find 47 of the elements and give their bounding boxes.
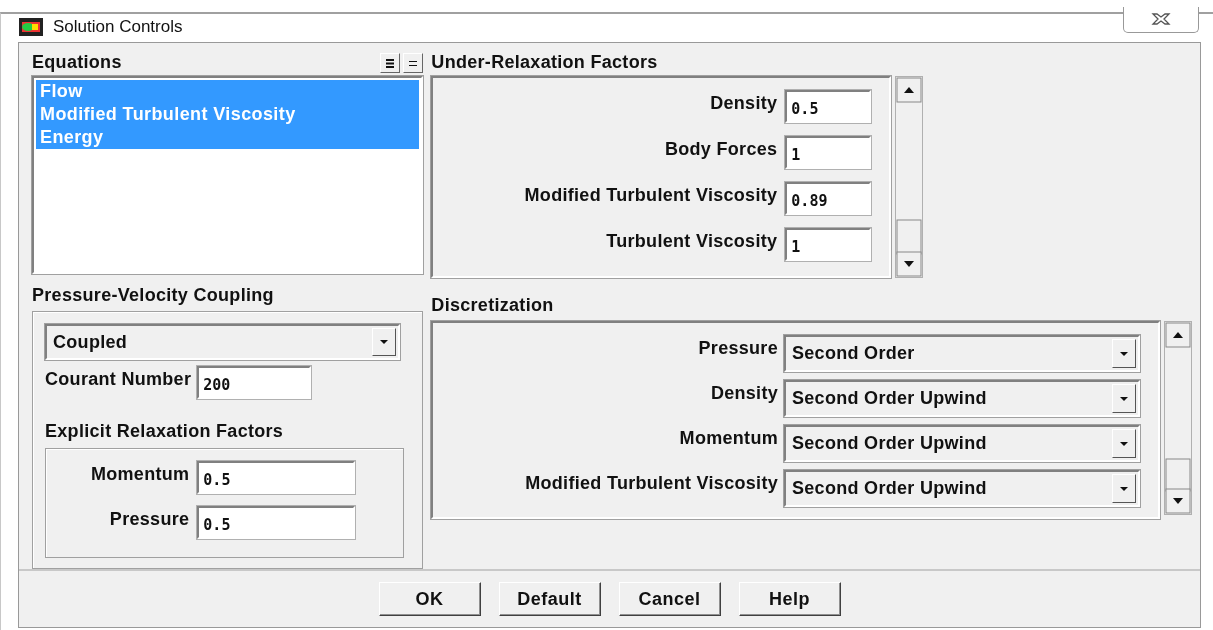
section-heading: Discretization [431,295,554,316]
field-label: Momentum [90,463,190,485]
dialog-button[interactable]: Cancel [618,582,721,616]
field-label: Modified Turbulent Viscosity [524,184,778,206]
list-icon [385,57,396,69]
dropdown-arrow-icon [1119,350,1129,357]
dropdown-arrow-icon [1119,485,1129,492]
field-label: Momentum [679,427,778,449]
scrollbar[interactable] [1164,321,1192,515]
field-label: Modified Turbulent Viscosity [525,472,778,494]
dropdown-arrow-icon [1119,395,1129,402]
scheme-dropdown[interactable]: Second Order Upwind [784,425,1140,462]
dialog-button[interactable]: Help [738,582,841,616]
field-label: Density [710,382,778,404]
input-field[interactable]: 1 [785,136,872,169]
field-label: Pressure [698,337,778,359]
field-label: Pressure [109,508,190,530]
field-label: Body Forces [665,138,778,160]
dialog-button[interactable]: OK [378,582,481,616]
scheme-dropdown[interactable]: Second Order Upwind [784,470,1140,507]
section-heading: Under-Relaxation Factors [431,52,658,73]
input-field[interactable]: 0.5 [197,461,356,494]
field-label: Density [710,92,778,114]
equals-icon [408,59,419,67]
app-icon [19,17,43,36]
window-title: Solution Controls [53,16,184,37]
dialog-button[interactable]: Default [498,582,601,616]
field-label: Turbulent Viscosity [606,230,778,252]
input-field[interactable]: 0.5 [197,506,356,539]
input-field[interactable]: 1 [785,228,872,261]
scheme-dropdown[interactable]: Second Order [784,335,1140,372]
scheme-dropdown[interactable]: Second Order Upwind [784,380,1140,417]
select-all-button[interactable] [380,53,401,73]
section-heading: Pressure-Velocity Coupling [32,285,274,306]
input-field[interactable]: 200 [197,366,312,399]
field-label: Courant Number [45,368,192,390]
input-field[interactable]: 0.89 [785,182,872,215]
section-heading: Explicit Relaxation Factors [45,421,285,442]
close-button[interactable] [1123,6,1199,33]
scrollbar[interactable] [895,76,924,278]
scheme-dropdown[interactable]: Coupled [45,324,400,360]
deselect-all-button[interactable] [403,53,424,73]
section-heading: Equations [32,52,122,73]
input-field[interactable]: 0.5 [785,90,872,123]
dropdown-arrow-icon [1119,440,1129,447]
dropdown-arrow-icon [379,339,389,345]
close-icon [1151,13,1171,25]
